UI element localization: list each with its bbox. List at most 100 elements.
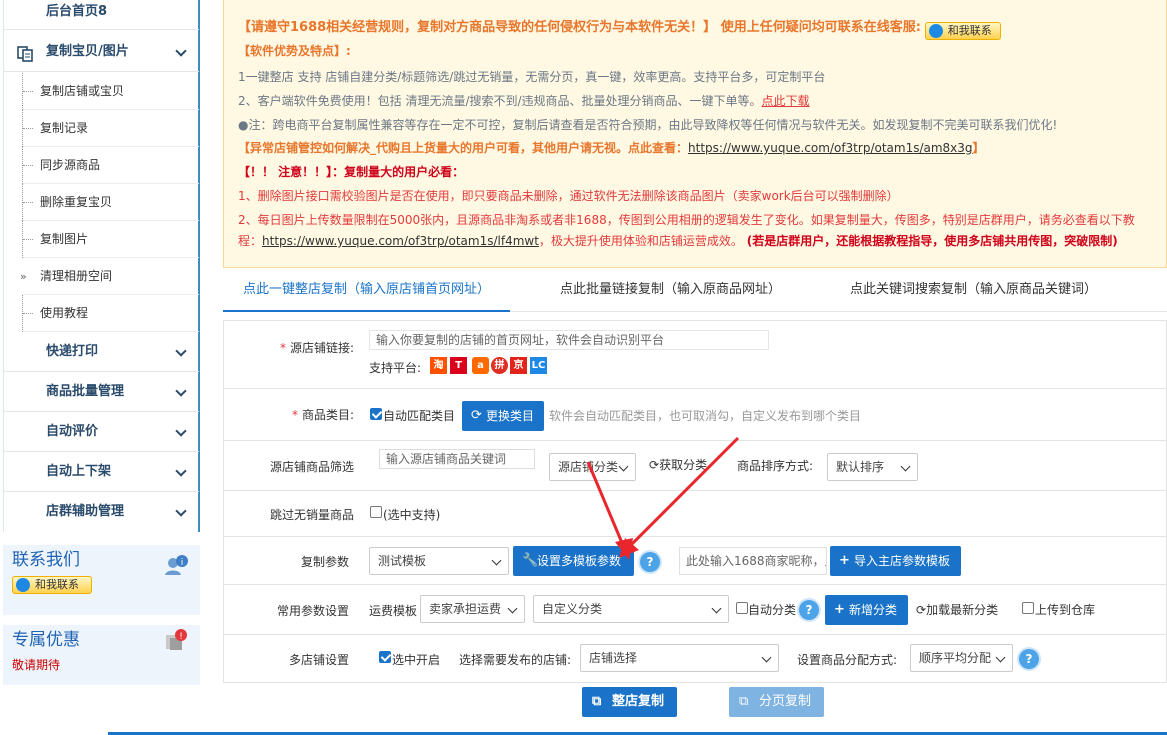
help-icon[interactable]: ? xyxy=(799,600,819,620)
to-warehouse-checkbox[interactable] xyxy=(1022,602,1034,614)
import-template-button[interactable]: + 导入主店参数模板 xyxy=(830,546,961,576)
tab-batch-link[interactable]: 点此批量链接复制（输入原商品网址） xyxy=(560,270,781,312)
plus-icon: + xyxy=(834,602,845,617)
qq-icon xyxy=(16,578,30,592)
sidebar-group-multistore[interactable]: 店群辅助管理 xyxy=(4,492,199,532)
chevron-down-icon xyxy=(175,45,187,57)
sidebar-item-copy-shop[interactable]: 复制店铺或宝贝 xyxy=(22,73,199,110)
sidebar-group-review[interactable]: 自动评价 xyxy=(4,412,199,452)
refresh-icon: ⟳ xyxy=(471,408,482,423)
notice-line-7: 【！！ 注意！！】：复制量大的用户必看： xyxy=(238,165,465,179)
alibaba-icon: a xyxy=(472,357,489,374)
tmall-icon: T xyxy=(450,357,467,374)
skip-no-sales-checkbox[interactable] xyxy=(370,506,382,518)
sidebar-group-batch[interactable]: 商品批量管理 xyxy=(4,372,199,412)
tree-line-icon xyxy=(22,221,33,258)
sidebar-item-tutorial[interactable]: 使用教程 xyxy=(22,295,199,332)
sidebar: 后台首页8 复制宝贝/图片 复制店铺或宝贝 复制记录 同步源商品 删除重复宝贝 … xyxy=(0,0,203,735)
template-select[interactable]: 测试模板 xyxy=(369,547,509,575)
notice-line-1: 【请遵守1688相关经营规则，复制对方商品导致的任何侵权行为与本软件无关！】 使… xyxy=(238,16,1001,40)
promo-title: 专属优惠 xyxy=(12,630,80,650)
sidebar-group-copy[interactable]: 复制宝贝/图片 xyxy=(4,32,199,72)
row-shop-link: * 源店铺链接: 输入你要复制的店铺的首页网址，软件会自动识别平台 支持平台: xyxy=(224,321,1166,389)
sidebar-group-listing[interactable]: 自动上下架 xyxy=(4,452,199,492)
notice-line-2: 【软件优势及特点】: xyxy=(238,44,351,58)
paged-copy-label: 分页复制 xyxy=(759,694,812,709)
notice-line-9: 2、每日图片上传数量限制在5000张内，且源商品非淘系或者非1688，传图到公用… xyxy=(238,213,1135,227)
chevron-down-icon xyxy=(175,465,187,477)
sidebar-group-label: 复制宝贝/图片 xyxy=(46,44,129,59)
help-icon[interactable]: ? xyxy=(1019,649,1039,669)
sidebar-item-label: 删除重复宝贝 xyxy=(40,195,113,209)
auto-category-label: 自动分类 xyxy=(748,603,797,617)
notice-qq-button[interactable]: 和我联系 xyxy=(924,22,1001,40)
notice-rule-text: 【请遵守1688相关经营规则，复制对方商品导致的任何侵权行为与本软件无关！】 使… xyxy=(238,20,921,35)
chevron-down-icon xyxy=(175,425,187,437)
download-link[interactable]: 点此下载 xyxy=(762,94,810,108)
sidebar-item-home[interactable]: 后台首页8 xyxy=(4,0,199,30)
paged-copy-button[interactable]: ⧉ 分页复制 xyxy=(729,687,824,717)
sidebar-item-copy-records[interactable]: 复制记录 xyxy=(22,110,199,147)
add-category-button[interactable]: + 新增分类 xyxy=(825,595,908,625)
whole-shop-copy-button[interactable]: ⧉ 整店复制 xyxy=(582,687,677,717)
arrow-left-line xyxy=(586,461,627,551)
required-mark: * xyxy=(279,341,286,355)
chevron-down-icon xyxy=(175,385,187,397)
sidebar-item-sync[interactable]: 同步源商品 xyxy=(22,147,199,184)
qq-contact-button[interactable]: 和我联系 xyxy=(12,576,92,594)
distribution-select[interactable]: 顺序平均分配 xyxy=(910,644,1013,672)
chevron-down-icon xyxy=(507,603,518,614)
freight-label: 运费模板 xyxy=(369,604,418,618)
sidebar-item-copy-images[interactable]: 复制图片 xyxy=(22,221,199,258)
shop-link-label: * 源店铺链接: xyxy=(224,339,354,356)
multi-shop-label: 多店铺设置 xyxy=(288,653,349,667)
import-template-label: 导入主店参数模板 xyxy=(854,554,951,568)
custom-category-select[interactable]: 自定义分类 xyxy=(533,595,729,623)
sidebar-item-label: 同步源商品 xyxy=(40,158,101,172)
row-common-params: 常用参数设置 运费模板 卖家承担运费 自定义分类 自动分类 ? + 新增分类 ⟳加… xyxy=(224,585,1166,635)
chevron-down-icon xyxy=(761,652,772,663)
skip-no-sales-option: (选中支持) xyxy=(383,508,441,522)
sidebar-item-clean-album[interactable]: » 清理相册空间 xyxy=(20,258,199,295)
tab-whole-shop[interactable]: 点此一键整店复制（输入原店铺首页网址） xyxy=(223,270,511,312)
custom-category-value: 自定义分类 xyxy=(542,602,603,616)
yuque-link-am8x3g[interactable]: https://www.yuque.com/of3trp/otam1s/am8x… xyxy=(688,141,973,155)
arrow-right-line xyxy=(626,436,740,550)
sidebar-group-express[interactable]: 快递打印 xyxy=(4,332,199,372)
yuque-link-lf4mwt[interactable]: https://www.yuque.com/of3trp/otam1s/lf4m… xyxy=(262,234,539,248)
pinduoduo-icon: 拼 xyxy=(491,357,508,374)
notice-line-3: 1一键整店 支持 店铺自建分类/标题筛选/跳过无销量，无需分页，真一键，效率更高… xyxy=(238,70,826,84)
coupon-alert-icon: ! xyxy=(166,629,187,650)
reload-category-button[interactable]: ⟳加载最新分类 xyxy=(916,601,998,618)
chevron-down-icon xyxy=(995,652,1006,663)
keyword-input[interactable]: 输入源店铺商品关键词 xyxy=(379,449,535,469)
category-label-text: 商品类目: xyxy=(301,408,354,422)
whole-shop-copy-label: 整店复制 xyxy=(612,694,665,709)
sort-select[interactable]: 默认排序 xyxy=(827,453,918,481)
sidebar-item-dedupe[interactable]: 删除重复宝贝 xyxy=(22,184,199,221)
multi-shop-enable-checkbox[interactable] xyxy=(379,651,391,663)
sidebar-group-label: 自动评价 xyxy=(46,424,99,439)
shop-url-input[interactable]: 输入你要复制的店铺的首页网址，软件会自动识别平台 xyxy=(369,330,769,350)
shop-select[interactable]: 店铺选择 xyxy=(580,644,779,672)
plus-icon: + xyxy=(839,553,850,568)
freight-select[interactable]: 卖家承担运费 xyxy=(420,595,525,623)
svg-text:i: i xyxy=(181,558,184,568)
user-info-icon: i xyxy=(165,555,188,575)
change-category-button[interactable]: ⟳ 更换类目 xyxy=(462,401,544,431)
notice-line-10-text: 程： xyxy=(238,234,263,248)
auto-match-checkbox[interactable] xyxy=(370,408,382,420)
freight-value: 卖家承担运费 xyxy=(429,602,502,616)
tree-line-icon xyxy=(22,73,33,110)
sidebar-nav: 后台首页8 复制宝贝/图片 复制店铺或宝贝 复制记录 同步源商品 删除重复宝贝 … xyxy=(3,0,200,532)
notice-line-6-end: 】 xyxy=(972,141,985,155)
jd-icon: 京 xyxy=(510,357,527,374)
notice-line-10-mid: ，极大提升使用体验和店铺运营成效。 xyxy=(538,234,743,248)
refresh-icon: ⟳ xyxy=(916,603,927,617)
auto-category-checkbox[interactable] xyxy=(736,602,748,614)
tab-keyword-search[interactable]: 点此关键词搜索复制（输入原商品关键词） xyxy=(850,270,1097,312)
notice-qq-label: 和我联系 xyxy=(947,24,992,37)
chevron-down-icon xyxy=(711,603,722,614)
chevron-down-icon xyxy=(175,505,187,517)
notice-panel: 【请遵守1688相关经营规则，复制对方商品导致的任何侵权行为与本软件无关！】 使… xyxy=(223,0,1167,268)
